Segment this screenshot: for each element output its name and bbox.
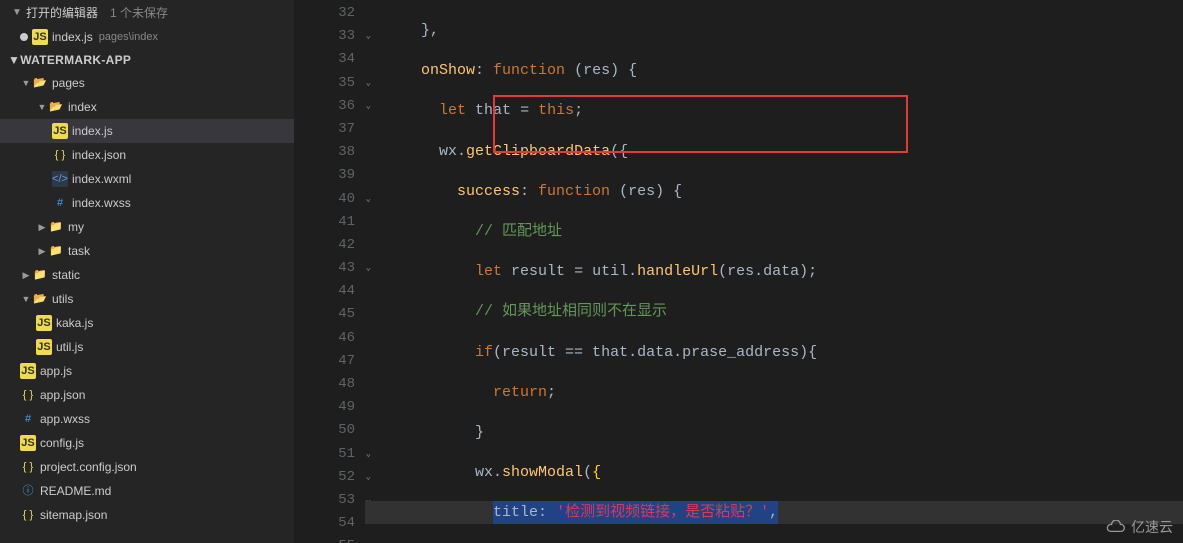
chevron-down-icon: ▼	[8, 53, 20, 67]
file-explorer-sidebar[interactable]: ▼ 打开的编辑器 1 个未保存 JS index.js pages\index …	[0, 0, 295, 543]
file-index-js[interactable]: JS index.js	[0, 119, 294, 143]
json-file-icon: { }	[20, 507, 36, 523]
code-editor[interactable]: 32 33⌄ 34 35⌄ 36⌄ 37 38 39 40⌄ 41 42 43⌄…	[295, 0, 1183, 543]
folder-open-icon: 📂	[32, 75, 48, 91]
chevron-right-icon: ▶	[20, 265, 32, 285]
js-file-icon: JS	[36, 339, 52, 355]
line-number-gutter: 32 33⌄ 34 35⌄ 36⌄ 37 38 39 40⌄ 41 42 43⌄…	[295, 0, 365, 543]
file-label: project.config.json	[40, 457, 137, 477]
code-line: if(result == that.data.prase_address){	[365, 341, 1183, 364]
file-label: README.md	[40, 481, 111, 501]
open-editor-file[interactable]: JS index.js pages\index	[0, 25, 294, 49]
file-label: app.wxss	[40, 409, 90, 429]
file-config-js[interactable]: JS config.js	[0, 431, 294, 455]
file-label: index.json	[72, 145, 126, 165]
open-editors-header[interactable]: ▼ 打开的编辑器 1 个未保存	[0, 0, 294, 25]
folder-open-icon: 📂	[48, 99, 64, 115]
cloud-icon	[1105, 520, 1127, 534]
wxss-file-icon: #	[52, 195, 68, 211]
watermark: 亿速云	[1105, 517, 1173, 537]
chevron-right-icon: ▶	[36, 217, 48, 237]
code-line: // 如果地址相同则不在显示	[365, 300, 1183, 323]
code-line: let result = util.handleUrl(res.data);	[365, 260, 1183, 283]
chevron-down-icon: ▼	[20, 289, 32, 309]
code-line: wx.getClipboardData({	[365, 140, 1183, 163]
file-label: index.wxss	[72, 193, 131, 213]
folder-icon: 📁	[48, 219, 64, 235]
chevron-down-icon: ▼	[20, 73, 32, 93]
file-readme[interactable]: ⓘ README.md	[0, 479, 294, 503]
folder-icon: 📁	[48, 243, 64, 259]
folder-static[interactable]: ▶ 📁 static	[0, 263, 294, 287]
js-file-icon: JS	[52, 123, 68, 139]
file-label: app.json	[40, 385, 85, 405]
file-label: config.js	[40, 433, 84, 453]
chevron-down-icon: ▼	[12, 7, 20, 18]
code-line: }	[365, 421, 1183, 444]
code-line: return;	[365, 381, 1183, 404]
folder-index[interactable]: ▼ 📂 index	[0, 95, 294, 119]
code-line: onShow: function (res) {	[365, 59, 1183, 82]
open-file-path: pages\index	[99, 27, 158, 47]
project-root[interactable]: ▼ WATERMARK-APP	[0, 49, 294, 71]
folder-label: static	[52, 265, 80, 285]
code-line: success: function (res) {	[365, 180, 1183, 203]
info-icon: ⓘ	[20, 483, 36, 499]
folder-label: pages	[52, 73, 85, 93]
unsaved-count: 1 个未保存	[110, 4, 168, 21]
json-file-icon: { }	[52, 147, 68, 163]
file-project-config[interactable]: { } project.config.json	[0, 455, 294, 479]
modified-dot-icon	[20, 33, 28, 41]
file-app-js[interactable]: JS app.js	[0, 359, 294, 383]
js-file-icon: JS	[20, 435, 36, 451]
file-kaka-js[interactable]: JS kaka.js	[0, 311, 294, 335]
file-label: app.js	[40, 361, 72, 381]
file-app-wxss[interactable]: # app.wxss	[0, 407, 294, 431]
folder-pages[interactable]: ▼ 📂 pages	[0, 71, 294, 95]
folder-label: my	[68, 217, 84, 237]
folder-label: utils	[52, 289, 73, 309]
file-app-json[interactable]: { } app.json	[0, 383, 294, 407]
json-file-icon: { }	[20, 387, 36, 403]
file-sitemap[interactable]: { } sitemap.json	[0, 503, 294, 527]
json-file-icon: { }	[20, 459, 36, 475]
project-title: WATERMARK-APP	[20, 53, 131, 67]
chevron-right-icon: ▶	[36, 241, 48, 261]
file-label: kaka.js	[56, 313, 93, 333]
file-label: sitemap.json	[40, 505, 107, 525]
code-line: wx.showModal({	[365, 461, 1183, 484]
folder-utils[interactable]: ▼ 📂 utils	[0, 287, 294, 311]
file-index-wxml[interactable]: </> index.wxml	[0, 167, 294, 191]
chevron-down-icon: ▼	[36, 97, 48, 117]
folder-label: index	[68, 97, 97, 117]
open-file-name: index.js	[52, 27, 93, 47]
file-label: index.js	[72, 121, 113, 141]
wxml-file-icon: </>	[52, 171, 68, 187]
code-content[interactable]: }, onShow: function (res) { let that = t…	[365, 0, 1183, 543]
folder-icon: 📁	[32, 267, 48, 283]
code-line: // 匹配地址	[365, 220, 1183, 243]
file-label: util.js	[56, 337, 83, 357]
folder-open-icon: 📂	[32, 291, 48, 307]
file-index-json[interactable]: { } index.json	[0, 143, 294, 167]
file-index-wxss[interactable]: # index.wxss	[0, 191, 294, 215]
js-file-icon: JS	[32, 29, 48, 45]
folder-task[interactable]: ▶ 📁 task	[0, 239, 294, 263]
folder-label: task	[68, 241, 90, 261]
js-file-icon: JS	[20, 363, 36, 379]
file-label: index.wxml	[72, 169, 131, 189]
watermark-text: 亿速云	[1131, 517, 1173, 537]
folder-my[interactable]: ▶ 📁 my	[0, 215, 294, 239]
code-line: },	[365, 19, 1183, 42]
file-util-js[interactable]: JS util.js	[0, 335, 294, 359]
open-editors-label: 打开的编辑器	[26, 4, 98, 21]
wxss-file-icon: #	[20, 411, 36, 427]
code-line: let that = this;	[365, 99, 1183, 122]
js-file-icon: JS	[36, 315, 52, 331]
code-line-highlighted: title: '检测到视频链接，是否粘贴？',	[365, 501, 1183, 524]
